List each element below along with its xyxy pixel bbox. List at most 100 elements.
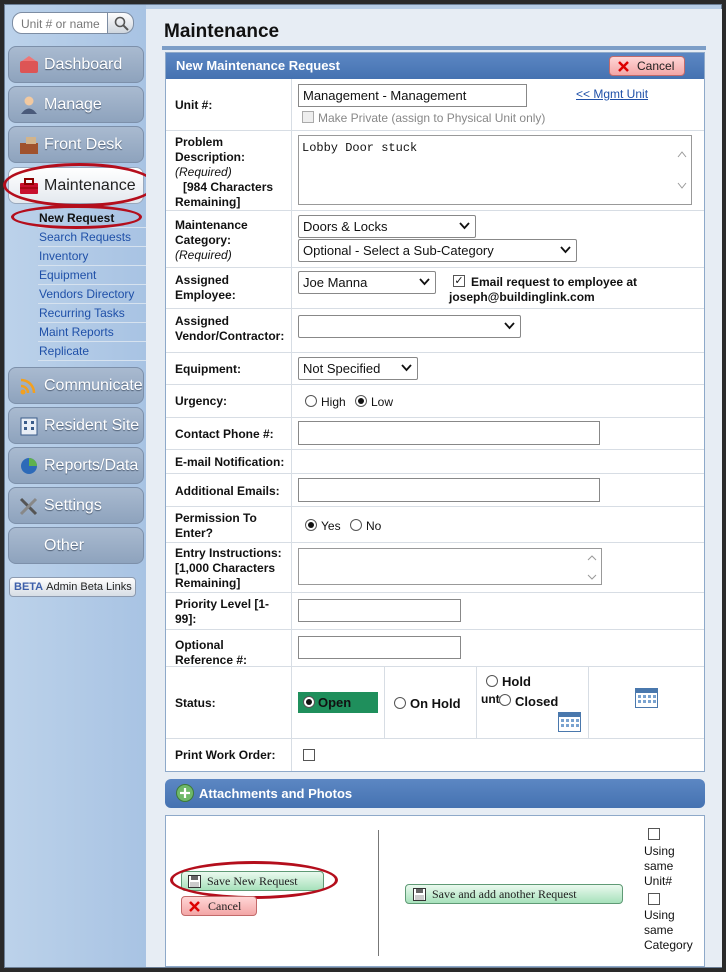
subnav-equipment[interactable]: Equipment xyxy=(38,266,146,285)
make-private-checkbox[interactable] xyxy=(302,111,314,123)
problem-description-textarea[interactable]: Lobby Door stuck xyxy=(298,135,692,205)
priority-level-input[interactable] xyxy=(298,599,461,622)
urgency-high-radio[interactable] xyxy=(305,395,317,407)
employee-label-line1: Assigned xyxy=(175,273,230,287)
beta-links-button[interactable]: BETA Admin Beta Links xyxy=(9,577,136,597)
mgmt-unit-link[interactable]: << Mgmt Unit xyxy=(576,87,648,101)
wifi-icon xyxy=(20,378,36,395)
problem-label-line2: Description: xyxy=(175,150,246,164)
beta-badge: BETA xyxy=(14,581,44,593)
priority-label-line1: Priority Level [1- xyxy=(175,597,270,611)
same-unit-line2: same xyxy=(644,859,674,873)
save-new-request-label: Save New Request xyxy=(207,874,298,888)
employee-select[interactable]: Joe Manna xyxy=(298,271,436,294)
same-unit-line1: Using xyxy=(644,844,675,858)
entry-instructions-textarea[interactable] xyxy=(298,548,602,585)
maintenance-subnav: New Request Search Requests Inventory Eq… xyxy=(38,209,146,361)
subnav-vendors-directory[interactable]: Vendors Directory xyxy=(38,285,146,304)
row-urgency: Urgency: High Low xyxy=(166,385,704,418)
phone-label: Contact Phone #: xyxy=(175,427,274,441)
nav-manage[interactable]: Manage xyxy=(8,86,144,123)
attachments-bar[interactable]: Attachments and Photos xyxy=(165,779,705,808)
nav-resident-site[interactable]: Resident Site xyxy=(8,407,144,444)
beta-links-label: Admin Beta Links xyxy=(46,581,132,593)
search-input[interactable]: Unit # or name xyxy=(12,12,108,34)
employee-label: Assigned Employee: xyxy=(175,273,236,303)
make-private-label: Make Private (assign to Physical Unit on… xyxy=(318,111,546,125)
nav-dashboard-label: Dashboard xyxy=(44,56,123,73)
scrollbar-arrows-icon[interactable] xyxy=(675,138,689,204)
row-equipment: Equipment: Not Specified xyxy=(166,353,704,385)
cancel-button-top[interactable]: Cancel xyxy=(609,56,685,76)
dashboard-icon xyxy=(20,56,38,73)
category-select[interactable]: Doors & Locks xyxy=(298,215,476,238)
permission-no-radio[interactable] xyxy=(350,519,362,531)
permission-yes-label: Yes xyxy=(321,519,341,533)
sidebar: Unit # or name Dashboard Manage Front De… xyxy=(3,5,156,967)
calendar-icon[interactable] xyxy=(558,712,581,732)
subnav-replicate[interactable]: Replicate xyxy=(38,342,146,361)
nav-dashboard[interactable]: Dashboard xyxy=(8,46,144,83)
status-open-radio[interactable] xyxy=(303,696,315,708)
email-employee-checkbox[interactable]: ✓ xyxy=(453,275,465,287)
status-closed-label: Closed xyxy=(515,694,559,709)
search-button[interactable] xyxy=(107,12,134,34)
vendor-label-line2: Vendor/Contractor: xyxy=(175,329,285,343)
same-category-checkbox[interactable] xyxy=(648,893,660,905)
nav-other[interactable]: Other xyxy=(8,527,144,564)
reference-input[interactable] xyxy=(298,636,461,659)
subnav-search-requests[interactable]: Search Requests xyxy=(38,228,146,247)
status-hold-until-label: Hold xyxy=(502,674,531,689)
row-priority: Priority Level [1- 99]: xyxy=(166,593,704,630)
subnav-new-request[interactable]: New Request xyxy=(38,209,146,228)
urgency-label: Urgency: xyxy=(175,394,228,408)
subnav-inventory[interactable]: Inventory xyxy=(38,247,146,266)
status-hold-until-fragment: unt xyxy=(481,692,500,706)
contact-phone-input[interactable] xyxy=(298,421,600,445)
employee-email: joseph@buildinglink.com xyxy=(449,290,595,304)
save-and-add-another-label: Save and add another Request xyxy=(432,887,577,901)
status-closed-radio[interactable] xyxy=(499,694,511,706)
page-title: Maintenance xyxy=(164,21,280,42)
chevron-down-icon xyxy=(459,222,470,230)
cancel-button-bottom[interactable]: Cancel xyxy=(181,896,257,916)
status-on-hold-radio[interactable] xyxy=(394,697,406,709)
nav-communicate[interactable]: Communicate xyxy=(8,367,144,404)
row-category: Maintenance Category: (Required) Doors &… xyxy=(166,211,704,268)
nav-front-desk[interactable]: Front Desk xyxy=(8,126,144,163)
same-unit-checkbox[interactable] xyxy=(648,828,660,840)
person-icon xyxy=(21,96,37,114)
save-and-add-another-button[interactable]: Save and add another Request xyxy=(405,884,623,904)
vendor-select[interactable] xyxy=(298,315,521,338)
subcategory-select[interactable]: Optional - Select a Sub-Category xyxy=(298,239,577,262)
nav-other-label: Other xyxy=(44,537,85,554)
save-new-request-button[interactable]: Save New Request xyxy=(181,871,324,891)
same-category-line2: same xyxy=(644,923,674,937)
main-content: Maintenance New Maintenance Request Canc… xyxy=(146,9,722,967)
scrollbar-arrows-icon[interactable] xyxy=(585,551,599,584)
same-unit-label: Using same Unit# xyxy=(644,844,675,889)
row-email-notification: E-mail Notification: xyxy=(166,450,704,474)
vendor-label: Assigned Vendor/Contractor: xyxy=(175,314,284,344)
permission-no-label: No xyxy=(366,519,382,533)
calendar-icon[interactable] xyxy=(635,688,658,708)
status-hold-until-radio[interactable] xyxy=(486,675,498,687)
row-employee: Assigned Employee: Joe Manna ✓ Email req… xyxy=(166,268,704,309)
subnav-recurring-tasks[interactable]: Recurring Tasks xyxy=(38,304,146,323)
entry-label-line3: Remaining] xyxy=(175,576,241,590)
permission-yes-radio[interactable] xyxy=(305,519,317,531)
equipment-select[interactable]: Not Specified xyxy=(298,357,418,380)
status-open-option[interactable]: Open xyxy=(298,692,378,713)
additional-emails-input[interactable] xyxy=(298,478,600,502)
unit-input[interactable]: Management - Management xyxy=(298,84,527,107)
nav-maintenance[interactable]: Maintenance xyxy=(8,167,144,204)
footer-actions: Save New Request Cancel Save and add ano… xyxy=(165,815,705,967)
nav-reports[interactable]: Reports/Data xyxy=(8,447,144,484)
search-icon xyxy=(114,16,129,31)
print-work-order-checkbox[interactable] xyxy=(303,749,315,761)
nav-settings[interactable]: Settings xyxy=(8,487,144,524)
urgency-low-radio[interactable] xyxy=(355,395,367,407)
problem-chars2: Remaining] xyxy=(175,195,241,209)
title-divider xyxy=(162,46,706,50)
subnav-maint-reports[interactable]: Maint Reports xyxy=(38,323,146,342)
